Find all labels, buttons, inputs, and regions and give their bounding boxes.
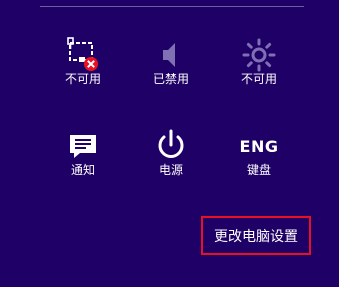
power-tile[interactable]: 电源 xyxy=(137,128,205,190)
keyboard-tile-label: 键盘 xyxy=(246,163,271,177)
change-pc-settings-link[interactable]: 更改电脑设置 xyxy=(201,216,311,255)
brightness-icon xyxy=(241,37,277,73)
brightness-tile-label: 不可用 xyxy=(240,72,277,86)
keyboard-eng-text: ENG xyxy=(239,136,279,156)
network-tile[interactable]: 不可用 xyxy=(49,37,117,99)
notifications-tile[interactable]: 通知 xyxy=(49,128,117,190)
network-unavailable-icon xyxy=(65,37,101,73)
notifications-tile-label: 通知 xyxy=(70,163,95,177)
power-icon xyxy=(153,128,189,164)
volume-tile[interactable]: 已禁用 xyxy=(137,37,205,99)
power-tile-label: 电源 xyxy=(158,163,183,177)
notifications-icon xyxy=(65,128,101,164)
volume-tile-label: 已禁用 xyxy=(152,72,189,86)
network-tile-label: 不可用 xyxy=(64,72,101,86)
keyboard-eng-icon: ENG xyxy=(239,128,279,164)
keyboard-tile[interactable]: ENG 键盘 xyxy=(225,128,293,190)
brightness-tile[interactable]: 不可用 xyxy=(225,37,293,99)
volume-disabled-icon xyxy=(153,37,189,73)
top-divider xyxy=(40,6,304,7)
